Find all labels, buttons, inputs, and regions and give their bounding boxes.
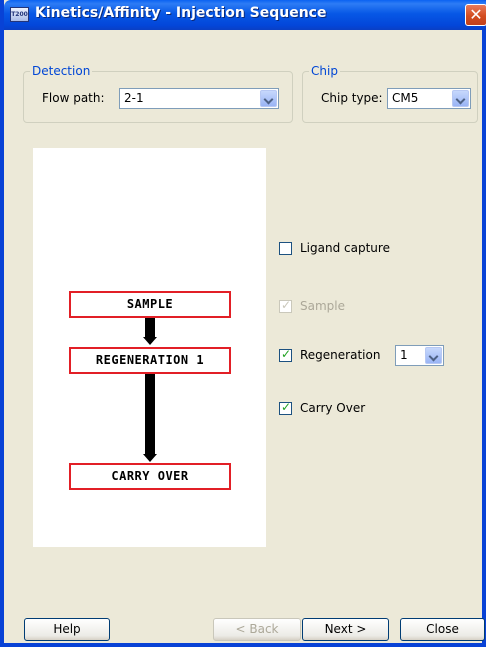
flow-path-select[interactable]: 2-1 — [119, 88, 279, 109]
sample-step-box: SAMPLE — [69, 291, 231, 318]
regeneration-label: Regeneration — [300, 348, 381, 362]
chip-legend: Chip — [309, 64, 340, 78]
close-icon: ✕ — [469, 5, 483, 24]
regeneration-count-select[interactable]: 1 — [395, 345, 444, 366]
sample-checkbox: ✓ — [279, 298, 292, 313]
window-title: Kinetics/Affinity - Injection Sequence — [35, 5, 327, 21]
flow-path-label: Flow path: — [42, 91, 105, 105]
checkmark-icon: ✓ — [281, 298, 292, 312]
regeneration-step-box: REGENERATION 1 — [69, 347, 231, 374]
chip-type-value: CM5 — [392, 91, 419, 105]
chip-group: Chip Chip type: CM5 — [302, 64, 478, 123]
ligand-capture-checkbox[interactable] — [279, 242, 292, 255]
down-arrow-icon — [145, 374, 155, 454]
chevron-down-icon[interactable] — [260, 90, 277, 107]
close-window-button[interactable]: ✕ — [465, 4, 486, 26]
chevron-down-icon[interactable] — [425, 347, 442, 364]
down-arrow-head — [143, 337, 157, 345]
close-button[interactable]: Close — [400, 618, 485, 641]
back-button: < Back — [213, 618, 301, 641]
ligand-capture-label: Ligand capture — [300, 241, 390, 255]
title-bar[interactable]: T200 Kinetics/Affinity - Injection Seque… — [4, 0, 486, 30]
checkmark-icon: ✓ — [281, 400, 292, 414]
injection-sequence-dialog: T200 Kinetics/Affinity - Injection Seque… — [0, 0, 486, 647]
app-icon: T200 — [10, 7, 29, 22]
carry-over-step-box: CARRY OVER — [69, 463, 231, 490]
help-button[interactable]: Help — [24, 618, 110, 641]
detection-group: Detection Flow path: 2-1 — [23, 64, 293, 123]
injection-sequence-diagram: SAMPLE REGENERATION 1 CARRY OVER — [33, 148, 266, 547]
regeneration-checkbox[interactable]: ✓ — [279, 347, 292, 362]
chip-type-label: Chip type: — [321, 91, 383, 105]
flow-path-value: 2-1 — [124, 91, 144, 105]
down-arrow-head — [143, 454, 157, 462]
carry-over-checkbox[interactable]: ✓ — [279, 400, 292, 415]
detection-legend: Detection — [30, 64, 93, 78]
chevron-down-icon[interactable] — [452, 90, 469, 107]
down-arrow-icon — [145, 318, 155, 337]
checkmark-icon: ✓ — [281, 347, 292, 361]
regeneration-count-value: 1 — [400, 348, 408, 362]
chip-type-select[interactable]: CM5 — [387, 88, 471, 109]
carry-over-label: Carry Over — [300, 401, 366, 415]
sample-label: Sample — [300, 299, 345, 313]
next-button[interactable]: Next > — [302, 618, 389, 641]
